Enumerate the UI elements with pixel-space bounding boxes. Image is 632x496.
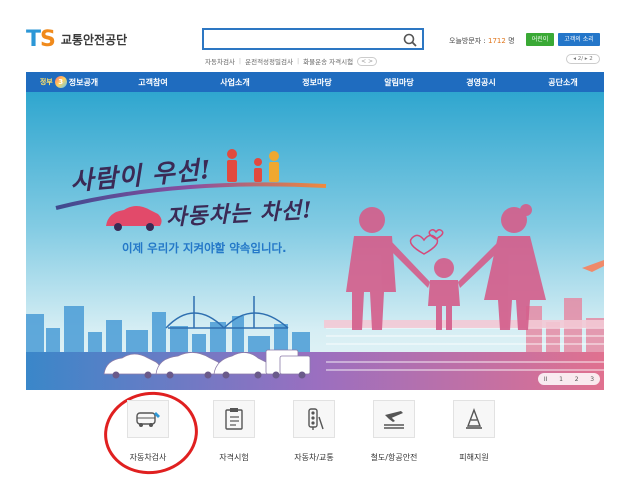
header-pager[interactable]: ◂ 2/ ▸ 2 [566,54,600,64]
logo-mark: TS [26,26,56,52]
slide-controls: II 1 2 3 [538,373,600,385]
service-label: 자동차/교통 [294,453,334,462]
nav-item-label: 정보공개 [68,77,99,87]
customer-voice-button[interactable]: 고객의 소리 [558,33,600,46]
nav-item-business[interactable]: 사업소개 [220,77,249,88]
nav-item-info[interactable]: 정보마당 [302,77,331,88]
nav-item-notice[interactable]: 알림마당 [384,77,413,88]
nav-item-about[interactable]: 공단소개 [548,77,577,88]
traffic-light-icon [308,408,324,430]
visitor-unit: 명 [505,37,515,45]
slide-dot-1[interactable]: 1 [559,376,563,383]
cone-icon [466,408,482,429]
quick-links: 자동차검사 | 운전적성정밀검사 | 화물운송 자격시험 < > [205,56,378,66]
service-car-traffic[interactable]: 자동차/교통 [284,400,344,463]
search-icon[interactable] [402,32,418,48]
car-inspection-icon [136,412,160,427]
clipboard-icon [225,408,243,430]
visitor-label: 오늘방문자 : [449,37,489,45]
header: TS 교통안전공단 자동차검사 | 운전적성정밀검사 | 화물운송 자격시험 <… [0,0,632,72]
hero-banner[interactable]: 사람이 우선! 자동차는 차선! 이제 우리가 지켜야할 약속입니다. II 1… [26,92,604,390]
service-damage-support[interactable]: 피해지원 [444,400,504,463]
nav-item-management[interactable]: 경영공시 [466,77,495,88]
kids-button[interactable]: 어린이 [526,33,554,46]
gov3-icon: 3 [54,76,67,88]
service-rail-air-safety[interactable]: 철도/항공안전 [364,400,424,463]
service-label: 자격시험 [219,453,249,462]
service-label: 자동차검사 [129,453,167,462]
plane-train-icon [384,411,404,429]
nav-item-customer[interactable]: 고객참여 [138,77,167,88]
logo-name: 교통안전공단 [60,32,128,47]
page: TS 교통안전공단 자동차검사 | 운전적성정밀검사 | 화물운송 자격시험 <… [0,0,632,496]
site-logo[interactable]: TS 교통안전공단 [26,26,128,52]
banner-illustration [26,92,604,390]
service-car-inspection[interactable]: 자동차검사 [118,400,178,463]
quick-links-pager[interactable]: < > [357,56,378,66]
pause-button[interactable]: II [544,376,548,383]
nav-item-info-disclosure[interactable]: 정부 3 정보공개 [26,76,112,88]
visitor-count: 1712 [488,37,506,45]
main-nav: 정부 3 정보공개 고객참여 사업소개 정보마당 알림마당 경영공시 공단소개 [26,72,604,92]
service-shortcuts: 자동차검사 자격시험 자동차/교통 철도/항공안전 피해지원 [0,385,632,496]
visitor-counter: 오늘방문자 : 1712 명 [449,36,515,46]
quick-link-inspection[interactable]: 자동차검사 [205,56,235,66]
quick-link-aptitude[interactable]: 운전적성정밀검사 [245,56,293,66]
slide-dot-3[interactable]: 3 [590,376,594,383]
quick-link-cargo-exam[interactable]: 화물운송 자격시험 [303,56,353,66]
gov-label: 정부 [39,78,53,86]
search-input[interactable] [202,28,424,50]
service-label: 철도/항공안전 [370,453,418,462]
service-label: 피해지원 [459,453,489,462]
slide-dot-2[interactable]: 2 [575,376,579,383]
service-qualification-exam[interactable]: 자격시험 [204,400,264,463]
slogan-line3: 이제 우리가 지켜야할 약속입니다. [122,241,287,255]
